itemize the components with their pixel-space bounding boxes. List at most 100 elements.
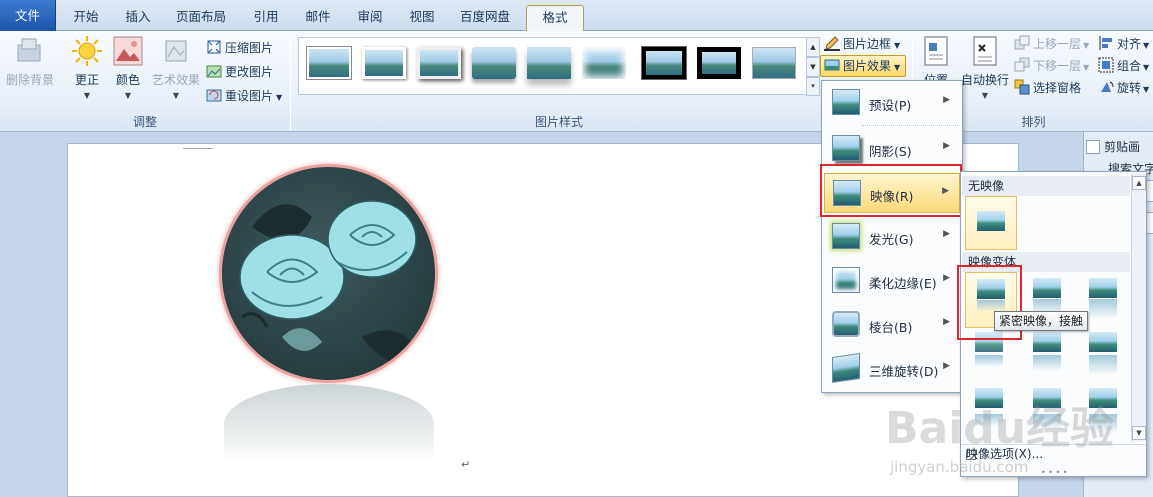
remove-background-button[interactable]: 删除背景 <box>4 33 56 88</box>
align-button[interactable]: 对齐 ▼ <box>1098 33 1149 55</box>
chevron-down-icon: ▼ <box>276 93 283 102</box>
chevron-down-icon: ▼ <box>1083 41 1090 50</box>
artistic-effects-icon <box>160 35 192 67</box>
gallery-more-button[interactable]: ▾ <box>806 77 820 96</box>
menu-item-bevel[interactable]: 棱台(B) ▶ <box>824 305 960 345</box>
picture-style-thumb[interactable] <box>306 46 352 80</box>
picture-effects-label: 图片效果 <box>843 59 892 73</box>
artistic-effects-label: 艺术效果 <box>151 73 200 87</box>
selected-picture[interactable] <box>219 164 438 383</box>
chevron-right-icon: ▶ <box>943 361 950 371</box>
picture-style-thumb[interactable] <box>752 47 796 79</box>
wrap-text-button[interactable]: 自动换行 ▼ <box>958 33 1012 100</box>
selection-pane-icon <box>1014 79 1030 95</box>
corrections-button[interactable]: 更正 ▼ <box>66 33 108 100</box>
menu-item-reflection[interactable]: 映像(R) ▶ <box>824 173 960 213</box>
bring-forward-label: 上移一层 <box>1033 37 1082 51</box>
picture-styles-gallery: ▲ ▼ ▾ <box>298 37 820 96</box>
tab-review[interactable]: 审阅 <box>348 5 392 31</box>
chevron-down-icon: ▼ <box>83 91 91 100</box>
group-label: 组合 <box>1117 59 1142 73</box>
chevron-down-icon: ▼ <box>1143 41 1150 50</box>
reset-picture-button[interactable]: 重设图片 ▼ <box>206 85 282 107</box>
picture-style-thumb[interactable] <box>641 46 687 80</box>
baidu-watermark-url: jingyan.baidu.com <box>890 458 1029 476</box>
compress-picture-button[interactable]: 压缩图片 <box>206 37 273 59</box>
color-picture-icon <box>112 35 144 67</box>
paragraph-mark: ↵ <box>461 458 471 471</box>
menu-item-label: 柔化边缘(E) <box>869 276 937 291</box>
tab-view[interactable]: 视图 <box>400 5 444 31</box>
submenu-scrollbar[interactable]: ▲ ▼ <box>1131 174 1146 442</box>
preset-icon <box>832 89 860 115</box>
tab-mailings[interactable]: 邮件 <box>296 5 340 31</box>
menu-item-preset[interactable]: 预设(P) ▶ <box>824 83 960 123</box>
selection-pane-button[interactable]: 选择窗格 <box>1014 77 1081 99</box>
color-button[interactable]: 颜色 ▼ <box>110 33 146 100</box>
menu-item-label: 发光(G) <box>869 232 914 247</box>
picture-border-label: 图片边框 <box>843 37 892 51</box>
resize-grip-icon[interactable]: • • • • <box>1041 468 1068 477</box>
picture-border-button[interactable]: 图片边框 ▼ <box>824 33 900 55</box>
chevron-right-icon: ▶ <box>943 273 950 283</box>
no-reflection-option[interactable] <box>965 196 1017 250</box>
bring-forward-button[interactable]: 上移一层 ▼ <box>1014 33 1089 55</box>
menu-item-label: 预设(P) <box>869 98 912 113</box>
tab-page-layout[interactable]: 页面布局 <box>168 5 234 31</box>
sun-icon <box>71 35 103 67</box>
picture-style-thumb[interactable] <box>697 47 741 79</box>
wrap-text-icon <box>969 35 1001 67</box>
picture-effects-menu: 预设(P) ▶ 阴影(S) ▶ 映像(R) ▶ 发光(G) ▶ 柔化边缘(E) … <box>821 80 963 393</box>
tab-insert[interactable]: 插入 <box>116 5 160 31</box>
picture-style-thumb[interactable] <box>582 47 626 79</box>
tab-file[interactable]: 文件 <box>0 0 56 31</box>
chevron-right-icon: ▶ <box>943 229 950 239</box>
align-label: 对齐 <box>1117 37 1142 51</box>
reflection-option[interactable] <box>1025 328 1069 371</box>
chevron-right-icon: ▶ <box>942 186 949 196</box>
picture-style-thumb[interactable] <box>417 47 461 79</box>
change-picture-button[interactable]: 更改图片 <box>206 61 273 83</box>
menu-item-label: 棱台(B) <box>869 320 913 335</box>
menu-item-glow[interactable]: 发光(G) ▶ <box>824 217 960 257</box>
tab-format[interactable]: 格式 <box>526 5 584 31</box>
tab-baidu-netdisk[interactable]: 百度网盘 <box>452 5 518 31</box>
menu-item-3d-rotation[interactable]: 三维旋转(D) ▶ <box>824 349 960 389</box>
gallery-scroll-up-button[interactable]: ▲ <box>806 37 820 57</box>
picture-style-thumb[interactable] <box>362 47 406 79</box>
remove-background-label: 删除背景 <box>5 73 54 87</box>
no-reflection-header: 无映像 <box>962 176 1130 196</box>
page-margin-marker <box>183 143 213 149</box>
send-backward-button[interactable]: 下移一层 ▼ <box>1014 55 1089 77</box>
scroll-down-button[interactable]: ▼ <box>1132 426 1146 440</box>
send-backward-label: 下移一层 <box>1033 59 1082 73</box>
compress-icon <box>206 39 222 55</box>
reset-picture-icon <box>206 87 222 103</box>
reflection-option[interactable] <box>1025 274 1069 315</box>
tab-home[interactable]: 开始 <box>64 5 108 31</box>
menu-item-shadow[interactable]: 阴影(S) ▶ <box>824 129 960 169</box>
clipart-title: 剪贴画 <box>1104 140 1141 154</box>
bring-forward-icon <box>1014 35 1030 51</box>
change-picture-icon <box>206 63 222 79</box>
rotate-button[interactable]: 旋转 ▼ <box>1098 77 1149 99</box>
scroll-up-button[interactable]: ▲ <box>1132 176 1146 190</box>
picture-effects-button-label-row[interactable]: 图片效果 ▼ <box>824 55 900 77</box>
glow-icon <box>832 223 860 249</box>
gallery-scroll-down-button[interactable]: ▼ <box>806 57 820 77</box>
picture-style-thumb[interactable] <box>472 47 516 79</box>
picture-style-thumb[interactable] <box>527 47 571 79</box>
chevron-down-icon: ▼ <box>1083 63 1090 72</box>
artistic-effects-button[interactable]: 艺术效果 ▼ <box>150 33 202 100</box>
menu-separator <box>862 125 960 126</box>
tab-references[interactable]: 引用 <box>244 5 288 31</box>
reflection-variations-header: 映像变体 <box>962 252 1130 272</box>
pencil-icon <box>824 35 840 51</box>
menu-item-soft-edges[interactable]: 柔化边缘(E) ▶ <box>824 261 960 301</box>
reflection-option[interactable] <box>1081 328 1125 375</box>
align-icon <box>1098 35 1114 51</box>
group-button[interactable]: 组合 ▼ <box>1098 55 1149 77</box>
reflection-option[interactable] <box>1081 274 1125 319</box>
reflection-option[interactable] <box>967 328 1011 368</box>
pane-icon[interactable] <box>1086 140 1100 154</box>
